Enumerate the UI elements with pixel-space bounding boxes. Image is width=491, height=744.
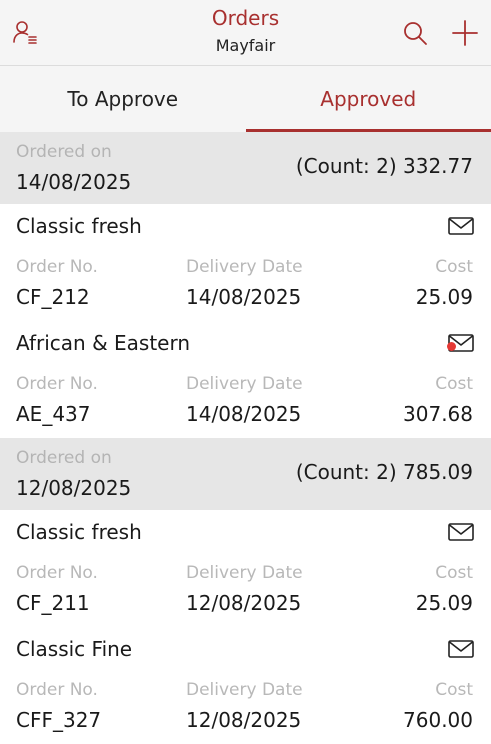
orders-list: Ordered on 14/08/2025 (Count: 2) 332.77 …: [0, 132, 491, 744]
order-no-label: Order No.: [16, 374, 98, 394]
cost-label: Cost: [435, 257, 473, 277]
delivery-date-value: 14/08/2025: [186, 402, 301, 426]
order-no-value: CF_211: [16, 591, 90, 615]
group-total: (Count: 2) 785.09: [296, 460, 473, 484]
delivery-date-value: 14/08/2025: [186, 285, 301, 309]
unread-indicator: [447, 342, 456, 351]
cost-label: Cost: [435, 680, 473, 700]
app-header: Orders Mayfair: [0, 0, 491, 66]
supplier-name: Classic Fine: [16, 637, 132, 661]
mail-icon: [447, 638, 475, 660]
ordered-on-date: 12/08/2025: [16, 476, 131, 500]
cost-value: 25.09: [416, 591, 473, 615]
group-header: Ordered on 14/08/2025 (Count: 2) 332.77: [0, 132, 491, 204]
mail-button[interactable]: [447, 638, 475, 660]
plus-icon: [451, 19, 479, 47]
ordered-on-date: 14/08/2025: [16, 170, 131, 194]
supplier-name: African & Eastern: [16, 331, 190, 355]
delivery-date-value: 12/08/2025: [186, 708, 301, 732]
mail-button[interactable]: [447, 521, 475, 543]
delivery-date-label: Delivery Date: [186, 257, 303, 277]
cost-label: Cost: [435, 563, 473, 583]
delivery-date-value: 12/08/2025: [186, 591, 301, 615]
order-row[interactable]: Classic fresh Order No. Delivery Date Co…: [0, 204, 491, 321]
order-no-value: CFF_327: [16, 708, 101, 732]
order-no-value: CF_212: [16, 285, 90, 309]
search-button[interactable]: [398, 15, 432, 51]
mail-button[interactable]: [447, 215, 475, 237]
mail-icon: [447, 215, 475, 237]
tab-approved[interactable]: Approved: [246, 66, 491, 132]
cost-value: 760.00: [403, 708, 473, 732]
order-no-label: Order No.: [16, 680, 98, 700]
delivery-date-label: Delivery Date: [186, 374, 303, 394]
cost-label: Cost: [435, 374, 473, 394]
supplier-name: Classic fresh: [16, 520, 142, 544]
group-total: (Count: 2) 332.77: [296, 154, 473, 178]
cost-value: 307.68: [403, 402, 473, 426]
mail-icon: [447, 521, 475, 543]
order-no-label: Order No.: [16, 257, 98, 277]
order-row[interactable]: Classic Fine Order No. Delivery Date Cos…: [0, 627, 491, 744]
add-order-button[interactable]: [448, 15, 482, 51]
tab-bar: To Approve Approved: [0, 66, 491, 132]
ordered-on-label: Ordered on: [16, 142, 112, 162]
tab-to-approve[interactable]: To Approve: [0, 66, 246, 132]
order-row[interactable]: Classic fresh Order No. Delivery Date Co…: [0, 510, 491, 627]
search-icon: [401, 19, 429, 47]
group-header: Ordered on 12/08/2025 (Count: 2) 785.09: [0, 438, 491, 510]
order-no-value: AE_437: [16, 402, 91, 426]
supplier-name: Classic fresh: [16, 214, 142, 238]
ordered-on-label: Ordered on: [16, 448, 112, 468]
delivery-date-label: Delivery Date: [186, 680, 303, 700]
delivery-date-label: Delivery Date: [186, 563, 303, 583]
mail-button[interactable]: [447, 332, 475, 354]
order-no-label: Order No.: [16, 563, 98, 583]
order-row[interactable]: African & Eastern Order No. Delivery Dat…: [0, 321, 491, 438]
cost-value: 25.09: [416, 285, 473, 309]
